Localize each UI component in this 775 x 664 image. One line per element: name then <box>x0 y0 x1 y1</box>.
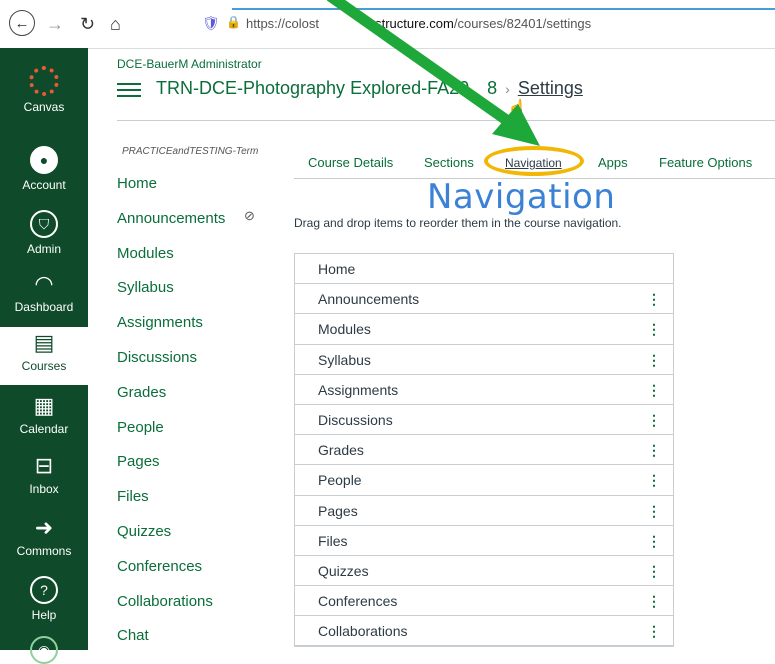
arrow-shaft <box>326 0 516 129</box>
annotation-arrow <box>326 0 540 146</box>
